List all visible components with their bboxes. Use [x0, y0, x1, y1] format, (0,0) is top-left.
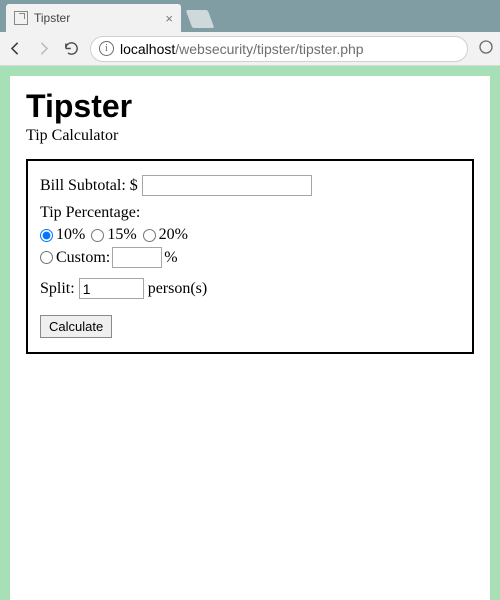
tip-20-radio[interactable] [143, 229, 156, 242]
extension-icon[interactable] [478, 39, 494, 58]
url-host: localhost [120, 41, 175, 57]
back-button[interactable] [6, 40, 24, 58]
page-subtitle: Tip Calculator [26, 127, 474, 145]
subtotal-row: Bill Subtotal: $ [40, 175, 460, 196]
split-suffix: person(s) [148, 280, 208, 298]
subtotal-input[interactable] [142, 175, 312, 196]
subtotal-label: Bill Subtotal: $ [40, 177, 138, 195]
tip-10-radio[interactable] [40, 229, 53, 242]
tip-custom-suffix: % [164, 249, 177, 267]
split-row: Split: person(s) [40, 278, 460, 299]
tip-custom-label: Custom: [56, 249, 110, 267]
tip-10-label: 10% [56, 226, 85, 244]
tip-15-label: 15% [107, 226, 136, 244]
url-path: /websecurity/tipster/tipster.php [175, 41, 363, 57]
calculate-button[interactable]: Calculate [40, 315, 112, 338]
browser-tab[interactable]: Tipster × [6, 4, 181, 32]
tip-percentage-label: Tip Percentage: [40, 204, 460, 222]
forward-button[interactable] [34, 40, 52, 58]
tip-custom-radio[interactable] [40, 251, 53, 264]
page-viewport: Tipster Tip Calculator Bill Subtotal: $ … [0, 66, 500, 600]
calculator-form: Bill Subtotal: $ Tip Percentage: 10% 15%… [26, 159, 474, 354]
address-bar[interactable]: i localhost/websecurity/tipster/tipster.… [90, 36, 468, 62]
info-icon[interactable]: i [99, 41, 114, 56]
tip-15-radio[interactable] [91, 229, 104, 242]
reload-button[interactable] [62, 40, 80, 58]
browser-tab-bar: Tipster × [0, 0, 500, 32]
tip-custom-input[interactable] [112, 247, 162, 268]
page-title: Tipster [26, 88, 474, 125]
file-icon [14, 11, 28, 25]
tip-options-row-1: 10% 15% 20% [40, 226, 460, 244]
tip-20-label: 20% [159, 226, 188, 244]
split-input[interactable] [79, 278, 144, 299]
new-tab-button[interactable] [186, 10, 215, 28]
browser-toolbar: i localhost/websecurity/tipster/tipster.… [0, 32, 500, 66]
tip-options-row-2: Custom: % [40, 247, 460, 268]
tab-title: Tipster [34, 11, 70, 25]
close-icon[interactable]: × [165, 11, 173, 26]
page-content: Tipster Tip Calculator Bill Subtotal: $ … [10, 76, 490, 600]
split-label: Split: [40, 280, 75, 298]
